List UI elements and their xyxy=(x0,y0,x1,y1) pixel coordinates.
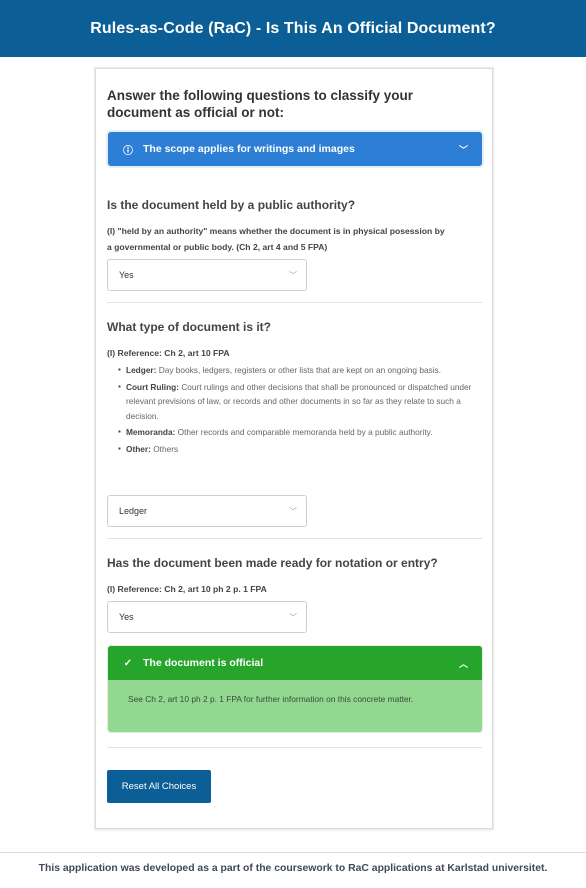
question-3-title: Has the document been made ready for not… xyxy=(107,556,438,570)
option-term: Other: xyxy=(126,443,151,454)
divider xyxy=(107,538,482,539)
option-desc: Day books, ledgers, registers or other l… xyxy=(158,365,441,375)
question-2-selected: Ledger xyxy=(119,506,148,516)
result-detail: See Ch 2, art 10 ph 2 p. 1 FPA for furth… xyxy=(128,694,414,704)
option-desc: Other records and comparable memoranda h… xyxy=(177,427,433,437)
scope-accordion[interactable]: ⓘ The scope applies for writings and ima… xyxy=(108,132,482,166)
result-label: The document is official xyxy=(143,657,264,669)
question-1-title: Is the document held by a public authori… xyxy=(107,198,356,212)
bullet-icon: ▪ xyxy=(118,381,121,391)
footer-divider xyxy=(0,852,586,853)
bullet-icon: ▪ xyxy=(118,365,121,374)
result-accordion-header[interactable]: ✓ The document is official ︿ xyxy=(108,646,482,680)
question-3-hint: (I) Reference: Ch 2, art 10 ph 2 p. 1 FP… xyxy=(107,584,267,594)
question-3-select[interactable]: Yes ﹀ xyxy=(107,601,307,633)
chevron-down-icon[interactable]: ﹀ xyxy=(459,143,468,156)
bullet-icon: ▪ xyxy=(118,443,121,453)
chevron-down-icon: ﹀ xyxy=(289,612,297,622)
chevron-down-icon: ﹀ xyxy=(289,506,297,516)
option-desc: Others xyxy=(153,443,179,454)
result-accordion[interactable]: ✓ The document is official ︿ See Ch 2, a… xyxy=(108,646,482,732)
check-circle-icon: ✓ xyxy=(123,657,133,669)
app-header: Rules-as-Code (RaC) - Is This An Officia… xyxy=(0,0,586,57)
chevron-down-icon: ﹀ xyxy=(289,270,297,280)
page-title: Rules-as-Code (RaC) - Is This An Officia… xyxy=(90,19,496,37)
questionnaire-card: Answer the following questions to classi… xyxy=(95,68,493,829)
question-1-hint: (I) "held by an authority" means whether… xyxy=(107,226,445,252)
divider xyxy=(107,302,482,303)
list-item: ▪ Court Ruling: Court rulings and other d… xyxy=(107,380,482,424)
question-1-selected: Yes xyxy=(119,270,134,280)
chevron-up-icon[interactable]: ︿ xyxy=(459,657,468,670)
reset-button[interactable]: Reset All Choices xyxy=(107,770,211,803)
question-2-title: What type of document is it? xyxy=(107,320,271,334)
scope-accordion-header[interactable]: ⓘ The scope applies for writings and ima… xyxy=(108,132,482,166)
list-item: ▪ Ledger: Day books, ledgers, registers o… xyxy=(107,363,482,378)
intro-text: Answer the following questions to classi… xyxy=(107,88,414,120)
document-type-list: ▪ Ledger: Day books, ledgers, registers o… xyxy=(107,363,482,458)
option-term: Memoranda: xyxy=(126,427,176,437)
bullet-icon: ▪ xyxy=(118,427,121,436)
footer-text: This application was developed as a part… xyxy=(38,863,548,874)
info-icon: ⓘ xyxy=(123,145,133,157)
question-3-selected: Yes xyxy=(119,612,134,622)
list-item: ▪ Other: Others xyxy=(107,442,482,457)
list-item: ▪ Memoranda: Other records and comparable… xyxy=(107,425,482,440)
question-1-select[interactable]: Yes ﹀ xyxy=(107,259,307,291)
question-2-select[interactable]: Ledger ﹀ xyxy=(107,495,307,527)
divider xyxy=(107,747,482,748)
question-2-hint: (I) Reference: Ch 2, art 10 FPA xyxy=(107,348,230,358)
option-term: Court Ruling: xyxy=(126,381,179,392)
option-term: Ledger: xyxy=(126,365,157,375)
scope-label: The scope applies for writings and image… xyxy=(143,143,355,155)
